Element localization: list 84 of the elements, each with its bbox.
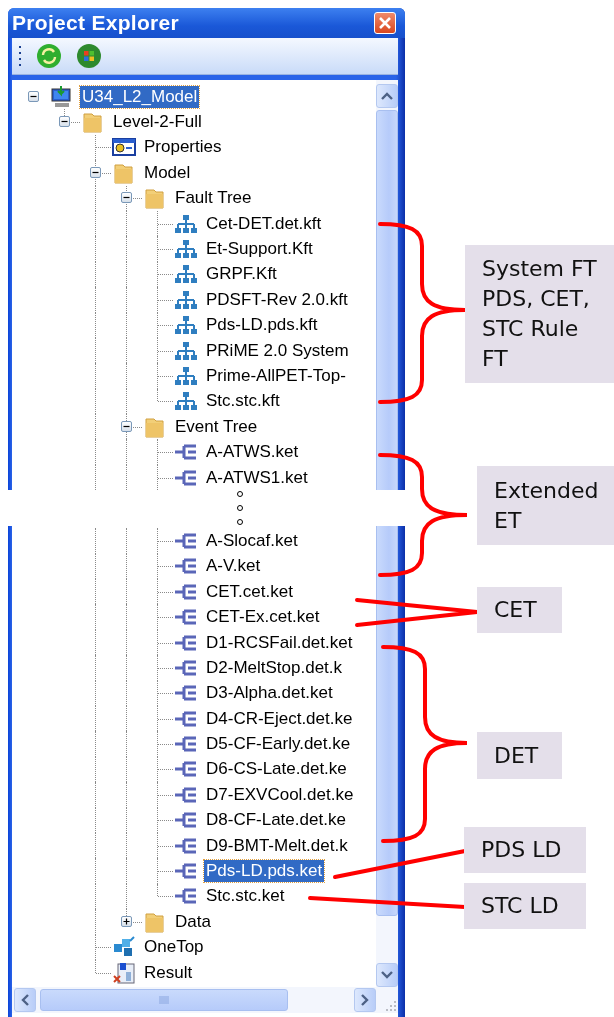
close-icon (378, 16, 392, 30)
resize-grip-icon[interactable] (384, 999, 398, 1013)
collapse-toggle[interactable] (59, 116, 70, 128)
tree-item[interactable]: A-ATWS.ket (204, 441, 301, 464)
scroll-up-button[interactable] (376, 84, 398, 108)
home-button[interactable] (76, 43, 102, 69)
hierarchy-icon (174, 339, 198, 362)
callout-label: CET (477, 587, 562, 633)
callout-label: DET (477, 732, 562, 779)
folder-icon (143, 910, 167, 933)
folder-icon (112, 161, 136, 184)
chevron-down-icon (381, 971, 393, 979)
chevron-right-icon (361, 994, 369, 1006)
folder-icon (143, 187, 167, 210)
tree-item[interactable]: A-V.ket (204, 555, 263, 578)
tree-item[interactable]: CET-Ex.cet.ket (204, 606, 322, 629)
chevron-up-icon (381, 92, 393, 100)
hierarchy-icon (174, 288, 198, 311)
grip-icon (159, 996, 169, 1004)
folder-icon (143, 415, 167, 438)
tree-item[interactable]: Pds-LD.pds.kft (204, 314, 320, 337)
tree-item[interactable]: A-ATWS1.ket (204, 466, 310, 489)
scroll-left-button[interactable] (14, 988, 36, 1012)
tree-item[interactable]: Pds-LD.pds.ket (204, 860, 325, 882)
folder-icon (81, 111, 105, 134)
tree-item[interactable]: CET.cet.ket (204, 580, 295, 603)
tree-item[interactable]: D7-EXVCool.det.ke (204, 783, 356, 806)
hierarchy-icon (174, 365, 198, 387)
callout-label: STC LD (464, 883, 586, 929)
collapse-toggle[interactable] (121, 420, 132, 432)
hierarchy-icon (174, 263, 198, 286)
collapse-toggle[interactable] (28, 90, 39, 102)
tree-item[interactable]: U34_L2_Model (80, 85, 200, 108)
window-title: Project Explorer (12, 11, 180, 35)
flag-orb-icon (76, 43, 102, 69)
tree-item[interactable]: Cet-DET.det.kft (204, 212, 324, 235)
tree-item[interactable]: Level-2-Full (111, 111, 204, 134)
collapse-toggle[interactable] (121, 192, 132, 204)
tree-item[interactable]: OneTop (142, 936, 206, 959)
close-button[interactable] (374, 12, 396, 34)
refresh-button[interactable] (36, 43, 62, 69)
tree-item[interactable]: D3-Alpha.det.ket (204, 682, 335, 705)
callout-label: System FT PDS, CET, STC Rule FT (465, 245, 614, 383)
hierarchy-icon (174, 212, 198, 235)
tree-item[interactable]: PRiME 2.0 System (204, 339, 351, 362)
chevron-left-icon (21, 994, 29, 1006)
callout-label: Extended ET (477, 466, 614, 545)
tree-item[interactable]: Stc.stc.ket (204, 885, 287, 908)
refresh-icon (36, 43, 62, 69)
tree-item[interactable]: D1-RCSFail.det.ket (204, 631, 355, 654)
tree-item[interactable]: Properties (142, 136, 224, 159)
tree-item[interactable]: D9-BMT-Melt.det.k (204, 834, 350, 857)
scroll-thumb[interactable] (40, 989, 288, 1011)
grip-icon (18, 44, 22, 68)
tree-item[interactable]: D6-CS-Late.det.ke (204, 758, 349, 781)
tree-item[interactable]: Stc.stc.kft (204, 390, 282, 413)
horizontal-scrollbar[interactable] (12, 987, 376, 1013)
properties-icon (112, 136, 136, 159)
tree-item[interactable]: Et-Support.Kft (204, 238, 315, 261)
callout-label: PDS LD (464, 827, 586, 873)
tree-item[interactable]: PDSFT-Rev 2.0.kft (204, 288, 350, 311)
scroll-down-button[interactable] (376, 963, 398, 987)
tree-item[interactable]: Event Tree (173, 415, 260, 438)
expand-toggle[interactable] (121, 915, 132, 927)
cubes-icon (112, 936, 136, 959)
hierarchy-icon (174, 314, 198, 337)
scroll-right-button[interactable] (354, 988, 376, 1012)
tree-item[interactable]: Result (142, 961, 195, 984)
plus-icon (122, 916, 131, 926)
tree-item[interactable]: Data (173, 910, 213, 933)
tree-item[interactable]: Model (142, 161, 193, 184)
report-icon (112, 961, 136, 984)
tree-item[interactable]: D5-CF-Early.det.ke (204, 733, 353, 756)
tree-item[interactable]: D8-CF-Late.det.ke (204, 809, 348, 832)
tree-item[interactable]: A-Slocaf.ket (204, 529, 300, 552)
hierarchy-icon (174, 238, 198, 261)
computer-icon (50, 85, 74, 108)
tree-item[interactable]: GRPF.Kft (204, 263, 279, 286)
tree-item[interactable]: D4-CR-Eject.det.ke (204, 707, 355, 730)
tree-item[interactable]: Fault Tree (173, 187, 254, 210)
hierarchy-icon (174, 390, 198, 413)
tree-item[interactable]: Prime-AllPET-Top- (204, 365, 348, 387)
collapse-toggle[interactable] (90, 166, 101, 178)
tree-item[interactable]: D2-MeltStop.det.k (204, 656, 345, 679)
